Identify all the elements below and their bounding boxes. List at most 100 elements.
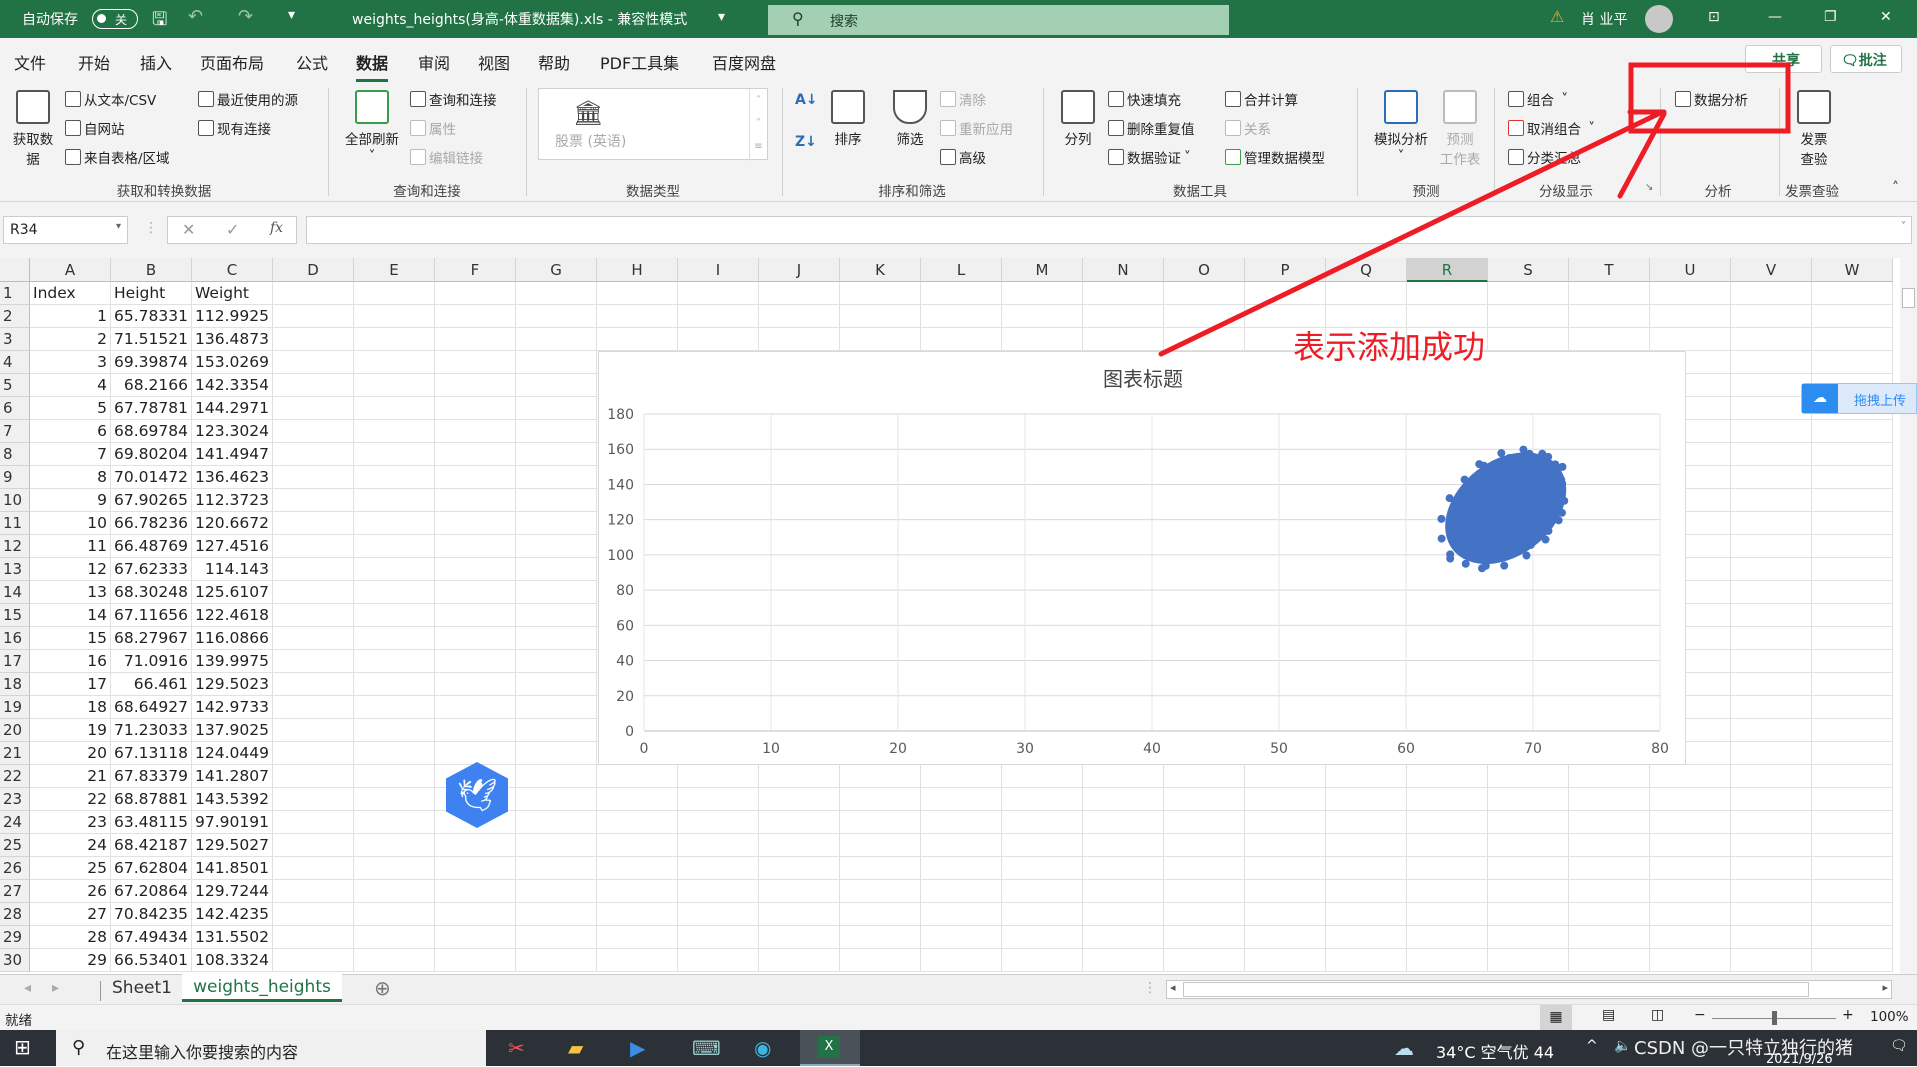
- cell-C6[interactable]: 144.2971: [192, 397, 273, 420]
- data-validation-button[interactable]: 数据验证 ˅: [1108, 147, 1191, 167]
- cell-C29[interactable]: 131.5502: [192, 926, 273, 949]
- cell-W21[interactable]: [1812, 742, 1893, 765]
- flash-fill-button[interactable]: 快速填充: [1108, 89, 1181, 109]
- cell-K22[interactable]: [840, 765, 921, 788]
- cell-B19[interactable]: 68.64927: [111, 696, 192, 719]
- cell-P27[interactable]: [1245, 880, 1326, 903]
- cell-W30[interactable]: [1812, 949, 1893, 972]
- cell-A21[interactable]: 20: [30, 742, 111, 765]
- avatar[interactable]: [1645, 5, 1673, 33]
- enter-icon[interactable]: ✓: [226, 220, 239, 239]
- cell-B27[interactable]: 67.20864: [111, 880, 192, 903]
- row-header[interactable]: 25: [0, 834, 30, 857]
- cell-G15[interactable]: [516, 604, 597, 627]
- cell-G11[interactable]: [516, 512, 597, 535]
- cell-V18[interactable]: [1731, 673, 1812, 696]
- cell-V3[interactable]: [1731, 328, 1812, 351]
- cell-H29[interactable]: [597, 926, 678, 949]
- row-header[interactable]: 3: [0, 328, 30, 351]
- cell-T24[interactable]: [1569, 811, 1650, 834]
- cell-G12[interactable]: [516, 535, 597, 558]
- cell-L27[interactable]: [921, 880, 1002, 903]
- column-header-P[interactable]: P: [1245, 258, 1326, 282]
- cell-E25[interactable]: [354, 834, 435, 857]
- cell-K2[interactable]: [840, 305, 921, 328]
- cell-W18[interactable]: [1812, 673, 1893, 696]
- row-header[interactable]: 10: [0, 489, 30, 512]
- cell-F7[interactable]: [435, 420, 516, 443]
- cell-T25[interactable]: [1569, 834, 1650, 857]
- cell-E21[interactable]: [354, 742, 435, 765]
- cell-N3[interactable]: [1083, 328, 1164, 351]
- cell-W14[interactable]: [1812, 581, 1893, 604]
- cell-J23[interactable]: [759, 788, 840, 811]
- row-header[interactable]: 14: [0, 581, 30, 604]
- cell-G10[interactable]: [516, 489, 597, 512]
- row-header[interactable]: 15: [0, 604, 30, 627]
- cell-D8[interactable]: [273, 443, 354, 466]
- cell-A5[interactable]: 4: [30, 374, 111, 397]
- cell-K27[interactable]: [840, 880, 921, 903]
- tab-page-layout[interactable]: 页面布局: [200, 50, 264, 74]
- row-header[interactable]: 13: [0, 558, 30, 581]
- column-header-O[interactable]: O: [1164, 258, 1245, 282]
- cell-E24[interactable]: [354, 811, 435, 834]
- cell-W11[interactable]: [1812, 512, 1893, 535]
- cell-V1[interactable]: [1731, 282, 1812, 305]
- normal-view-icon[interactable]: ▦: [1540, 1005, 1572, 1031]
- cell-N29[interactable]: [1083, 926, 1164, 949]
- cell-V27[interactable]: [1731, 880, 1812, 903]
- cell-A26[interactable]: 25: [30, 857, 111, 880]
- cell-H2[interactable]: [597, 305, 678, 328]
- cell-C25[interactable]: 129.5027: [192, 834, 273, 857]
- cell-W24[interactable]: [1812, 811, 1893, 834]
- cell-B7[interactable]: 68.69784: [111, 420, 192, 443]
- column-header-F[interactable]: F: [435, 258, 516, 282]
- cell-G8[interactable]: [516, 443, 597, 466]
- cell-M25[interactable]: [1002, 834, 1083, 857]
- chevron-down-icon[interactable]: ˅: [1557, 91, 1568, 107]
- get-data-button[interactable]: 获取数据: [8, 90, 58, 168]
- cell-O2[interactable]: [1164, 305, 1245, 328]
- cell-O22[interactable]: [1164, 765, 1245, 788]
- cell-C3[interactable]: 136.4873: [192, 328, 273, 351]
- clear-filter-button[interactable]: 清除: [940, 89, 986, 109]
- tab-file[interactable]: 文件: [14, 50, 46, 74]
- horizontal-scrollbar[interactable]: ◂ ▸: [1166, 980, 1892, 999]
- cell-D15[interactable]: [273, 604, 354, 627]
- recent-sources-button[interactable]: 最近使用的源: [198, 89, 298, 109]
- cell-D21[interactable]: [273, 742, 354, 765]
- cell-W9[interactable]: [1812, 466, 1893, 489]
- from-web-button[interactable]: 自网站: [65, 118, 125, 138]
- cell-A25[interactable]: 24: [30, 834, 111, 857]
- cell-B8[interactable]: 69.80204: [111, 443, 192, 466]
- tab-review[interactable]: 审阅: [418, 50, 450, 74]
- cell-L26[interactable]: [921, 857, 1002, 880]
- cell-N30[interactable]: [1083, 949, 1164, 972]
- cell-B30[interactable]: 66.53401: [111, 949, 192, 972]
- column-header-S[interactable]: S: [1488, 258, 1569, 282]
- cell-J1[interactable]: [759, 282, 840, 305]
- cell-D5[interactable]: [273, 374, 354, 397]
- cell-F1[interactable]: [435, 282, 516, 305]
- cell-K23[interactable]: [840, 788, 921, 811]
- page-break-view-icon[interactable]: ◫: [1651, 1007, 1664, 1023]
- cell-N25[interactable]: [1083, 834, 1164, 857]
- cell-J22[interactable]: [759, 765, 840, 788]
- cell-H28[interactable]: [597, 903, 678, 926]
- stocks-data-type[interactable]: 股票 (英语): [555, 131, 626, 151]
- cell-C23[interactable]: 143.5392: [192, 788, 273, 811]
- formula-input[interactable]: ˅: [306, 216, 1912, 244]
- cell-U30[interactable]: [1650, 949, 1731, 972]
- cell-F16[interactable]: [435, 627, 516, 650]
- cell-B29[interactable]: 67.49434: [111, 926, 192, 949]
- cell-J29[interactable]: [759, 926, 840, 949]
- relationships-button[interactable]: 关系: [1225, 118, 1271, 138]
- cell-L25[interactable]: [921, 834, 1002, 857]
- cell-V15[interactable]: [1731, 604, 1812, 627]
- cell-D22[interactable]: [273, 765, 354, 788]
- cell-A2[interactable]: 1: [30, 305, 111, 328]
- cell-U1[interactable]: [1650, 282, 1731, 305]
- cell-R27[interactable]: [1407, 880, 1488, 903]
- gallery-scroll[interactable]: ˄ ˅ ≡: [749, 89, 767, 161]
